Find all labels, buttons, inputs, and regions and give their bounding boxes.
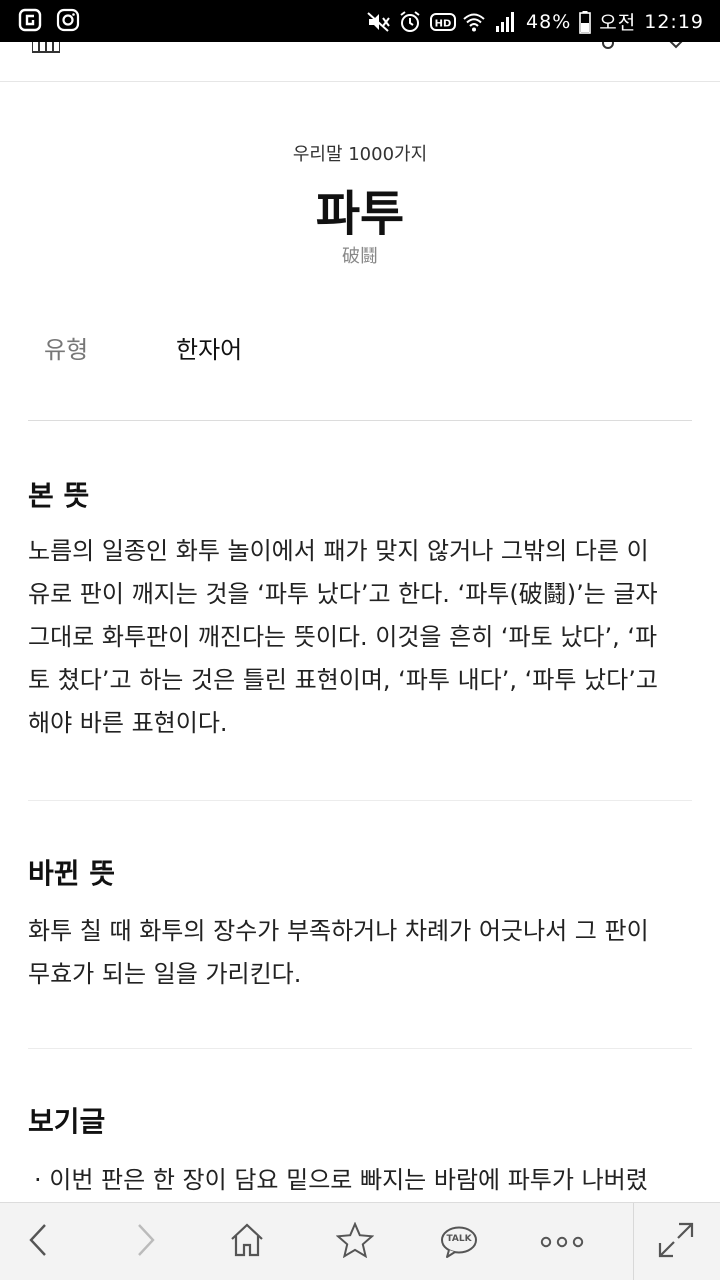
back-icon <box>25 1222 55 1262</box>
divider <box>28 1048 692 1049</box>
section-body-changed-meaning: 화투 칠 때 화투의 장수가 부족하거나 차례가 어긋나서 그 판이 무효가 되… <box>28 910 692 996</box>
kakaotalk-share-button[interactable]: TALK <box>419 1203 499 1280</box>
battery-icon <box>579 10 592 34</box>
hd-icon: HD <box>430 10 457 34</box>
section-title-examples: 보기글 <box>28 1105 106 1138</box>
menu-icon[interactable] <box>31 42 61 54</box>
divider <box>28 420 692 421</box>
home-icon <box>229 1222 265 1262</box>
status-bar: HD 48% 오전 12:19 <box>0 0 720 42</box>
divider <box>28 800 692 801</box>
section-title-original-meaning: 본 뜻 <box>28 479 90 512</box>
more-button[interactable] <box>522 1203 602 1280</box>
body-line: 노름의 일종인 화투 놀이에서 패가 맞지 않거나 그밖의 다른 이 <box>28 537 649 565</box>
signal-icon <box>494 10 518 34</box>
notification-app-icon <box>18 8 42 32</box>
hanja-subtitle: 破鬪 <box>342 246 378 267</box>
header-right-controls[interactable] <box>590 42 690 52</box>
forward-button[interactable] <box>104 1203 184 1280</box>
kakaotalk-icon: TALK <box>440 1225 478 1259</box>
body-line: 해야 바른 표현이다. <box>28 709 228 737</box>
expand-button[interactable] <box>636 1203 716 1280</box>
home-button[interactable] <box>207 1203 287 1280</box>
section-body-original-meaning: 노름의 일종인 화투 놀이에서 패가 맞지 않거나 그밖의 다른 이 유로 판이… <box>28 530 692 745</box>
back-button[interactable] <box>0 1203 80 1280</box>
web-header <box>0 42 720 82</box>
clock: 12:19 <box>644 10 704 33</box>
toolbar-separator <box>633 1203 634 1280</box>
page-title: 파투 <box>315 186 405 242</box>
more-icon <box>540 1233 584 1252</box>
svg-text:HD: HD <box>435 18 452 29</box>
battery-percent: 48% <box>526 10 572 33</box>
browser-toolbar: TALK <box>0 1202 720 1280</box>
wifi-icon <box>462 10 486 34</box>
section-title-changed-meaning: 바뀐 뜻 <box>28 857 116 890</box>
bookmark-button[interactable] <box>315 1203 395 1280</box>
alarm-icon <box>398 10 422 34</box>
body-line: 무효가 되는 일을 가리킨다. <box>28 960 302 988</box>
body-line: 유로 판이 깨지는 것을 ‘파투 났다’고 한다. ‘파투(破鬪)’는 글자 <box>28 580 658 608</box>
talk-label: TALK <box>446 1234 472 1244</box>
example-item: · 이번 판은 한 장이 담요 밑으로 빠지는 바람에 파투가 나버렸 <box>34 1166 648 1194</box>
expand-icon <box>657 1221 695 1263</box>
type-label: 유형 <box>44 336 89 364</box>
bookmark-star-icon <box>335 1221 375 1262</box>
body-line: 토 쳤다’고 하는 것은 틀린 표현이며, ‘파투 내다’, ‘파투 났다’고 <box>28 666 658 694</box>
type-value: 한자어 <box>176 336 243 364</box>
forward-icon <box>129 1222 159 1262</box>
body-line: 화투 칠 때 화투의 장수가 부족하거나 차례가 어긋나서 그 판이 <box>28 917 649 945</box>
category-label: 우리말 1000가지 <box>292 144 428 165</box>
mute-icon <box>366 10 390 34</box>
instagram-icon <box>56 8 80 32</box>
body-line: 그대로 화투판이 깨진다는 뜻이다. 이것을 흔히 ‘파토 났다’, ‘파 <box>28 623 658 651</box>
time-period: 오전 <box>599 12 637 34</box>
